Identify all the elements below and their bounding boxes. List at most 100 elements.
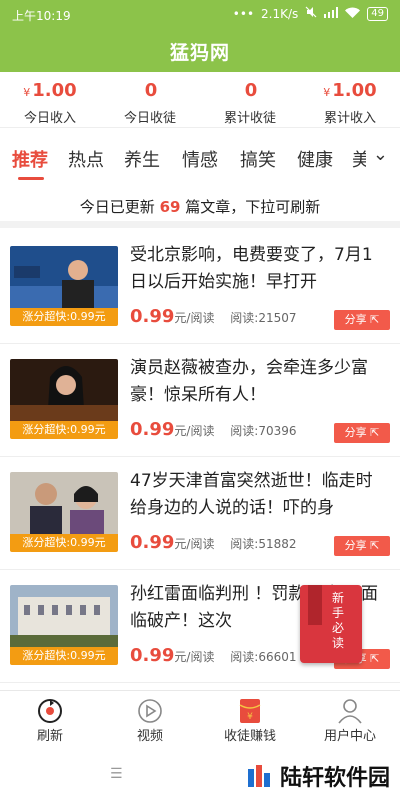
article-item[interactable]: 涨分超快:0.99元 演员赵薇被查办，会牵连多少富豪！惊呆所有人！ 0.99元/… xyxy=(0,345,400,457)
active-tab-indicator xyxy=(18,177,44,180)
article-title[interactable]: 演员赵薇被查办，会牵连多少富豪！惊呆所有人！ xyxy=(130,355,388,409)
play-icon xyxy=(100,691,200,725)
mute-icon xyxy=(305,6,317,21)
share-button[interactable]: 分享 ⇱ xyxy=(334,310,390,330)
read-count: 阅读:70396 xyxy=(230,424,297,438)
site-watermark: 陆轩软件园 xyxy=(246,760,390,792)
newbie-guide-label: 新手必读 xyxy=(331,591,344,650)
status-time: 上午10:19 xyxy=(12,9,71,23)
article-meta: 0.99元/阅读 阅读:21507 xyxy=(130,306,297,327)
stat-label: 累计收入 xyxy=(323,111,376,126)
tab-emotion[interactable]: 情感 xyxy=(182,146,218,172)
status-icons: ••• 2.1K/s 49 xyxy=(233,6,388,21)
share-label: 分享 xyxy=(344,313,367,326)
share-button[interactable]: 分享 ⇱ xyxy=(334,536,390,556)
price-tag: 涨分超快:0.99元 xyxy=(10,308,118,326)
tab-wellness[interactable]: 健康 xyxy=(297,146,333,172)
news-anchor-image xyxy=(10,246,118,308)
building-image xyxy=(10,585,118,647)
tab-recommended[interactable]: 推荐 xyxy=(12,146,48,172)
notice-count: 69 xyxy=(159,198,181,216)
network-speed: 2.1K/s xyxy=(261,6,299,21)
article-price: 0.99 xyxy=(130,532,175,553)
share-icon: ⇱ xyxy=(370,313,380,326)
price-unit: 元/阅读 xyxy=(174,650,215,664)
article-price: 0.99 xyxy=(130,306,175,327)
price-tag: 涨分超快:0.99元 xyxy=(10,647,118,665)
stat-value: 0 xyxy=(144,80,158,101)
nav-label: 收徒赚钱 xyxy=(223,729,276,744)
read-count: 阅读:21507 xyxy=(230,311,297,325)
earnings-stats: ¥1.00 今日收入 0 今日收徒 0 累计收徒 ¥1.00 累计收入 xyxy=(0,72,400,128)
price-tag: 涨分超快:0.99元 xyxy=(10,534,118,552)
stat-value: 1.00 xyxy=(332,80,377,101)
article-meta: 0.99元/阅读 阅读:70396 xyxy=(130,419,297,440)
refresh-icon xyxy=(0,691,100,725)
share-icon: ⇱ xyxy=(370,426,380,439)
nav-earn-apprentice[interactable]: ¥ 收徒赚钱 xyxy=(200,691,300,752)
chevron-down-icon[interactable]: ⌄ xyxy=(373,144,388,165)
nav-label: 刷新 xyxy=(36,729,63,744)
stat-today-income[interactable]: ¥1.00 今日收入 xyxy=(0,72,100,127)
article-price: 0.99 xyxy=(130,419,175,440)
stat-today-apprentices[interactable]: 0 今日收徒 xyxy=(100,72,200,127)
notice-suffix: 篇文章，下拉可刷新 xyxy=(185,198,321,216)
article-title[interactable]: 受北京影响，电费要变了，7月1日以后开始实施！早打开 xyxy=(130,242,388,296)
app-title: 猛犸网 xyxy=(169,42,230,64)
category-tabs: 推荐 热点 养生 情感 搞笑 健康 美 ⌄ xyxy=(0,128,400,184)
nav-label: 用户中心 xyxy=(323,729,376,744)
article-thumbnail: 涨分超快:0.99元 xyxy=(10,246,118,326)
article-thumbnail: 涨分超快:0.99元 xyxy=(10,359,118,439)
actress-image xyxy=(10,359,118,421)
currency-symbol: ¥ xyxy=(23,86,31,99)
system-nav-bar: ☰ 陆轩软件园 xyxy=(0,752,400,800)
stat-total-income[interactable]: ¥1.00 累计收入 xyxy=(300,72,400,127)
article-thumbnail: 涨分超快:0.99元 xyxy=(10,585,118,665)
wifi-icon xyxy=(345,7,361,21)
app-header: 上午10:19 ••• 2.1K/s 49 猛犸网 xyxy=(0,0,400,72)
nav-user-center[interactable]: 用户中心 xyxy=(300,691,400,752)
currency-symbol: ¥ xyxy=(323,86,331,99)
couple-image xyxy=(10,472,118,534)
battery-icon: 49 xyxy=(367,6,388,21)
tab-funny[interactable]: 搞笑 xyxy=(240,146,276,172)
red-envelope-icon: ¥ xyxy=(200,691,300,725)
tab-hot[interactable]: 热点 xyxy=(68,146,104,172)
book-ribbon-icon xyxy=(308,585,322,625)
article-title[interactable]: 47岁天津首富突然逝世！临走时给身边的人说的话！吓的身 xyxy=(130,468,388,522)
read-count: 阅读:51882 xyxy=(230,537,297,551)
menu-icon[interactable]: ☰ xyxy=(110,766,123,782)
stat-total-apprentices[interactable]: 0 累计收徒 xyxy=(200,72,300,127)
share-icon: ⇱ xyxy=(370,539,380,552)
update-notice: 今日已更新 69 篇文章，下拉可刷新 xyxy=(0,186,400,228)
share-label: 分享 xyxy=(344,426,367,439)
price-unit: 元/阅读 xyxy=(174,424,215,438)
more-dots-icon: ••• xyxy=(232,6,255,21)
article-price: 0.99 xyxy=(130,645,175,666)
article-meta: 0.99元/阅读 阅读:51882 xyxy=(130,532,297,553)
article-item[interactable]: 涨分超快:0.99元 47岁天津首富突然逝世！临走时给身边的人说的话！吓的身 0… xyxy=(0,458,400,570)
user-icon xyxy=(300,691,400,725)
share-label: 分享 xyxy=(344,539,367,552)
notice-prefix: 今日已更新 xyxy=(79,198,155,216)
share-icon: ⇱ xyxy=(370,652,380,665)
stat-label: 累计收徒 xyxy=(223,111,276,126)
article-item[interactable]: 涨分超快:0.99元 受北京影响，电费要变了，7月1日以后开始实施！早打开 0.… xyxy=(0,232,400,344)
stat-value: 1.00 xyxy=(32,80,77,101)
tab-health-care[interactable]: 养生 xyxy=(124,146,160,172)
newbie-guide-badge[interactable]: 新手必读 xyxy=(300,585,362,663)
tab-beauty[interactable]: 美 xyxy=(352,146,366,172)
article-meta: 0.99元/阅读 阅读:66601 xyxy=(130,645,297,666)
article-thumbnail: 涨分超快:0.99元 xyxy=(10,472,118,552)
nav-refresh[interactable]: 刷新 xyxy=(0,691,100,752)
signal-icon xyxy=(324,6,339,21)
read-count: 阅读:66601 xyxy=(230,650,297,664)
nav-video[interactable]: 视频 xyxy=(100,691,200,752)
share-button[interactable]: 分享 ⇱ xyxy=(334,423,390,443)
price-tag: 涨分超快:0.99元 xyxy=(10,421,118,439)
stat-label: 今日收徒 xyxy=(123,111,176,126)
stat-value: 0 xyxy=(244,80,258,101)
bottom-nav: 刷新 视频 ¥ 收徒赚钱 用户中心 xyxy=(0,690,400,752)
watermark-text: 陆轩软件园 xyxy=(279,766,390,791)
svg-text:¥: ¥ xyxy=(247,712,253,722)
